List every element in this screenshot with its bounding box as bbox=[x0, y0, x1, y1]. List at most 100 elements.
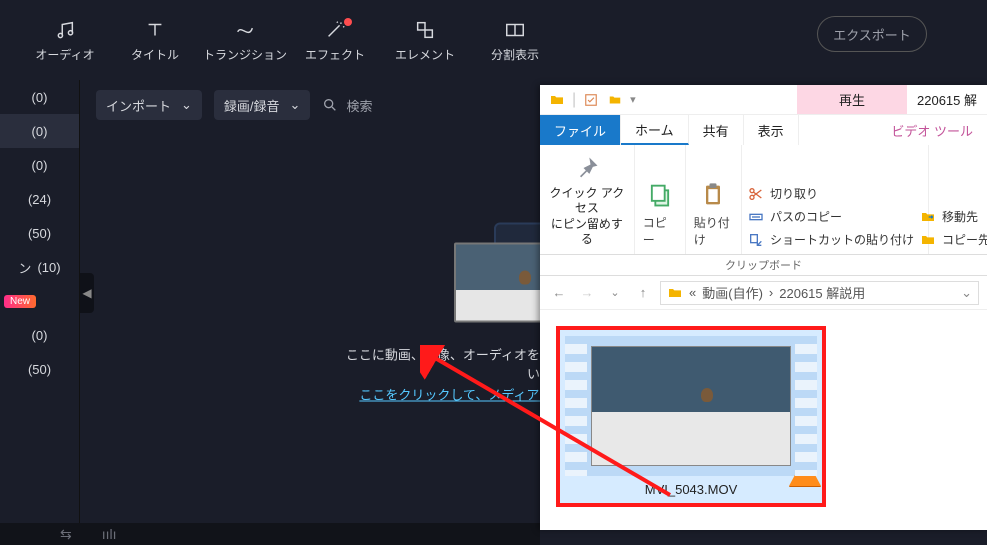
tab-split-label: 分割表示 bbox=[491, 46, 539, 63]
scissors-icon bbox=[748, 186, 764, 202]
address-bar[interactable]: « 動画(自作) › 220615 解説用 ⌄ bbox=[660, 281, 979, 305]
sidebar-item-new[interactable]: New bbox=[0, 284, 79, 318]
export-button[interactable]: エクスポート bbox=[817, 16, 927, 52]
explorer-quick-access-toolbar: | ▾ bbox=[540, 85, 644, 114]
clipboard-icon bbox=[696, 178, 730, 212]
sidebar-item-5[interactable]: ン (10) bbox=[0, 250, 79, 284]
path-folder-2[interactable]: 220615 解説用 bbox=[779, 283, 865, 302]
ribbon-clipboard-extras: 切り取り パスのコピー ショートカットの貼り付け bbox=[742, 145, 929, 254]
explorer-nav-bar: ← → ⌄ ↑ « 動画(自作) › 220615 解説用 ⌄ bbox=[540, 276, 987, 310]
qat-chevron[interactable]: ▾ bbox=[630, 93, 636, 106]
music-note-icon bbox=[54, 18, 76, 42]
cut-label: 切り取り bbox=[770, 185, 818, 202]
sidebar-item-4[interactable]: (50) bbox=[0, 216, 79, 250]
move-to-icon bbox=[920, 209, 936, 225]
search-icon bbox=[322, 97, 338, 113]
nav-up-button[interactable]: ↑ bbox=[632, 285, 654, 300]
transition-icon bbox=[234, 18, 256, 42]
tab-effect[interactable]: エフェクト bbox=[290, 10, 380, 70]
ribbon-group-label-clipboard: クリップボード bbox=[540, 255, 987, 276]
pin-icon bbox=[570, 151, 604, 185]
copy-label: コピー bbox=[643, 214, 677, 248]
play-context-tab[interactable]: 再生 bbox=[797, 85, 907, 114]
pin-label-2: にピン留めする bbox=[548, 217, 626, 248]
new-badge: New bbox=[4, 295, 36, 308]
nav-back-button[interactable]: ← bbox=[548, 285, 570, 300]
pin-to-quick-access-button[interactable] bbox=[570, 151, 604, 185]
paste-label: 貼り付け bbox=[694, 214, 733, 248]
record-dropdown-label: 録画/録音 bbox=[224, 96, 280, 115]
tab-audio[interactable]: オーディオ bbox=[20, 10, 110, 70]
ribbon-copy-group: コピー bbox=[635, 145, 686, 254]
play-tab-label: 再生 bbox=[839, 90, 865, 109]
ribbon-paste-group: 貼り付け bbox=[686, 145, 742, 254]
text-icon bbox=[144, 18, 166, 42]
ribbon-tab-file[interactable]: ファイル bbox=[540, 115, 621, 145]
nav-history-chevron[interactable]: ⌄ bbox=[604, 286, 626, 299]
ribbon-tab-video-tools[interactable]: ビデオ ツール bbox=[877, 115, 987, 145]
qat-divider: | bbox=[572, 91, 576, 109]
sidebar-item-3[interactable]: (24) bbox=[0, 182, 79, 216]
timeline-strip: ⇆ ıılı bbox=[0, 523, 540, 545]
editor-top-tabs: オーディオ タイトル トランジション エフェクト エレメント bbox=[0, 0, 987, 80]
vlc-cone-icon bbox=[789, 456, 821, 486]
tab-effect-label: エフェクト bbox=[305, 46, 365, 63]
sidebar-item-1[interactable]: (0) bbox=[0, 114, 79, 148]
explorer-file-pane[interactable]: MVI_5043.MOV bbox=[540, 310, 987, 523]
tab-title[interactable]: タイトル bbox=[110, 10, 200, 70]
notification-dot-icon bbox=[344, 18, 352, 26]
move-to-button[interactable]: 移動先 bbox=[920, 208, 987, 225]
cut-button[interactable]: 切り取り bbox=[748, 185, 914, 202]
ribbon-tab-home[interactable]: ホーム bbox=[621, 115, 689, 145]
search-placeholder: 検索 bbox=[346, 96, 372, 115]
tab-transition[interactable]: トランジション bbox=[200, 10, 290, 70]
ribbon-tab-share[interactable]: 共有 bbox=[689, 115, 744, 145]
sidebar-item-6[interactable]: (0) bbox=[0, 318, 79, 352]
media-sidebar: (0) (0) (0) (24) (50) ン (10) New (0) (50… bbox=[0, 80, 80, 545]
shapes-icon bbox=[414, 18, 436, 42]
ribbon-tab-view[interactable]: 表示 bbox=[744, 115, 799, 145]
checkbox-icon[interactable] bbox=[582, 91, 600, 109]
paste-shortcut-button[interactable]: ショートカットの貼り付け bbox=[748, 231, 914, 248]
video-thumbnail bbox=[565, 336, 817, 476]
path-folder-1[interactable]: 動画(自作) bbox=[702, 283, 763, 302]
copy-path-label: パスのコピー bbox=[770, 208, 842, 225]
import-dropdown-label: インポート bbox=[106, 96, 171, 115]
chevron-down-icon[interactable]: ⌄ bbox=[961, 285, 972, 301]
folder-icon bbox=[667, 285, 683, 301]
pin-label-1: クイック アクセス bbox=[548, 186, 626, 217]
record-dropdown[interactable]: 録画/録音 ⌄ bbox=[214, 90, 311, 120]
explorer-ribbon: クイック アクセス にピン留めする コピー 貼り付け bbox=[540, 145, 987, 255]
ribbon-organize-group: 移動先 コピー先 bbox=[929, 145, 987, 254]
move-to-label: 移動先 bbox=[942, 208, 978, 225]
tab-split[interactable]: 分割表示 bbox=[470, 10, 560, 70]
copy-icon bbox=[643, 178, 677, 212]
folder-small-icon[interactable] bbox=[606, 91, 624, 109]
folder-icon[interactable] bbox=[548, 91, 566, 109]
tab-element-label: エレメント bbox=[395, 46, 455, 63]
tab-title-label: タイトル bbox=[131, 46, 179, 63]
path-prefix: « bbox=[689, 285, 696, 300]
file-explorer-window: | ▾ 再生 220615 解 ファイル ホーム 共有 表示 ビデオ ツール bbox=[540, 85, 987, 530]
path-icon bbox=[748, 209, 764, 225]
copy-to-label: コピー先 bbox=[942, 231, 987, 248]
file-item-selected[interactable]: MVI_5043.MOV bbox=[556, 326, 826, 507]
import-dropdown[interactable]: インポート ⌄ bbox=[96, 90, 202, 120]
copy-button[interactable]: コピー bbox=[643, 178, 677, 248]
chevron-down-icon: ⌄ bbox=[181, 97, 192, 113]
sidebar-item-7[interactable]: (50) bbox=[0, 352, 79, 386]
tab-element[interactable]: エレメント bbox=[380, 10, 470, 70]
search-box[interactable]: 検索 bbox=[322, 96, 372, 115]
tab-transition-label: トランジション bbox=[203, 46, 287, 63]
paste-button[interactable]: 貼り付け bbox=[694, 178, 733, 248]
file-name-label: MVI_5043.MOV bbox=[645, 482, 738, 497]
copy-path-button[interactable]: パスのコピー bbox=[748, 208, 914, 225]
sidebar-item-0[interactable]: (0) bbox=[0, 80, 79, 114]
copy-to-button[interactable]: コピー先 bbox=[920, 231, 987, 248]
timeline-toggle-icon[interactable]: ⇆ bbox=[60, 526, 72, 543]
split-view-icon bbox=[504, 18, 526, 42]
nav-forward-button[interactable]: → bbox=[576, 285, 598, 300]
timeline-marker-icon[interactable]: ıılı bbox=[102, 526, 117, 542]
sidebar-item-2[interactable]: (0) bbox=[0, 148, 79, 182]
tab-audio-label: オーディオ bbox=[35, 46, 94, 63]
